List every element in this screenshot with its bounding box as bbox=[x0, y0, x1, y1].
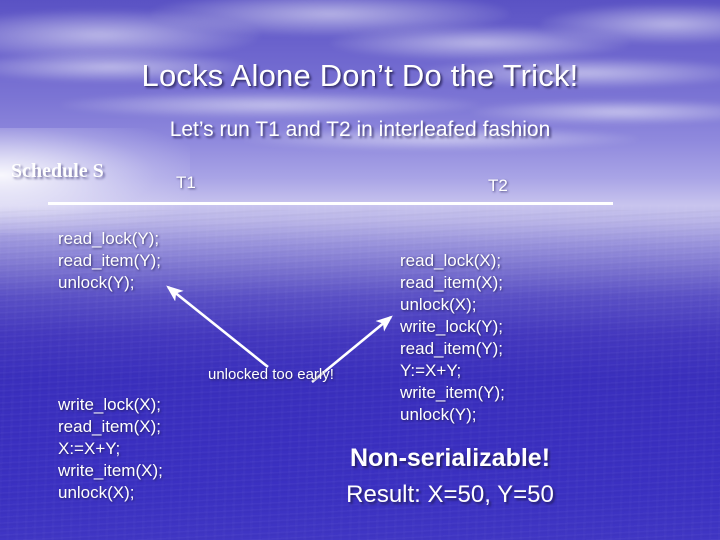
header-divider-line bbox=[48, 202, 613, 205]
transaction-header-t1: T1 bbox=[176, 173, 196, 192]
transaction-header-t2: T2 bbox=[488, 176, 508, 195]
slide-subtitle: Let’s run T1 and T2 in interleafed fashi… bbox=[169, 118, 551, 141]
arrow-to-t1-unlock-icon bbox=[166, 285, 269, 369]
cloud-streak-2 bbox=[150, 0, 510, 36]
t1-operations-block-1: read_lock(Y); read_item(Y); unlock(Y); bbox=[58, 229, 161, 292]
cloud-streak-1 bbox=[0, 10, 260, 60]
schedule-label: Schedule S bbox=[11, 160, 104, 182]
cloud-streak-7 bbox=[60, 92, 480, 118]
cloud-streak-4 bbox=[540, 4, 720, 44]
slide-title: Locks Alone Don’t Do the Trick! bbox=[141, 58, 579, 93]
t2-operations-block: read_lock(X); read_item(X); unlock(X); w… bbox=[400, 251, 505, 424]
unlocked-too-early-annotation: unlocked too early! bbox=[208, 366, 334, 383]
result-text: Result: X=50, Y=50 bbox=[346, 481, 554, 508]
slide-canvas: Locks Alone Don’t Do the Trick! Let’s ru… bbox=[0, 0, 720, 540]
conclusion-text: Non-serializable! bbox=[349, 444, 551, 472]
cloud-streak-3 bbox=[330, 26, 630, 60]
